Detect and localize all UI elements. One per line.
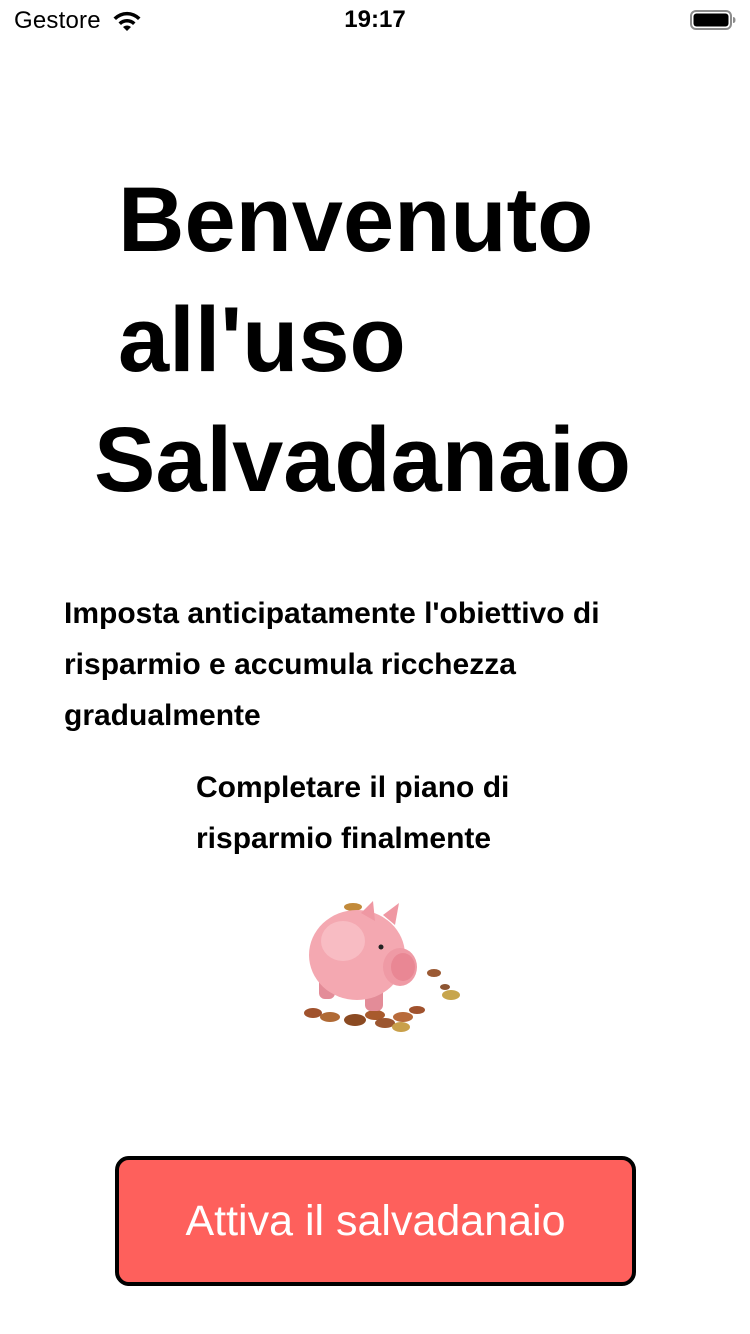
title-line-3: Salvadanaio [94,409,631,511]
intro-description: Imposta anticipatamente l'obiettivo di r… [64,597,600,732]
battery-icon [690,10,736,30]
plan-caption: Completare il piano di risparmio finalme… [196,762,596,864]
caption-line-1: Completare il piano di [196,771,510,804]
status-time: 19:17 [344,6,406,33]
caption-line-2: risparmio finalmente [196,822,492,855]
piggy-bank-icon [304,901,460,1032]
activate-piggy-bank-button[interactable]: Attiva il salvadanaio [115,1156,636,1286]
welcome-title: Benvenuto all'uso Salvadanaio [0,160,750,520]
title-line-1: Benvenuto [118,169,594,271]
status-bar: Gestore 19:17 [0,0,750,40]
title-line-2: all'uso [118,289,406,391]
